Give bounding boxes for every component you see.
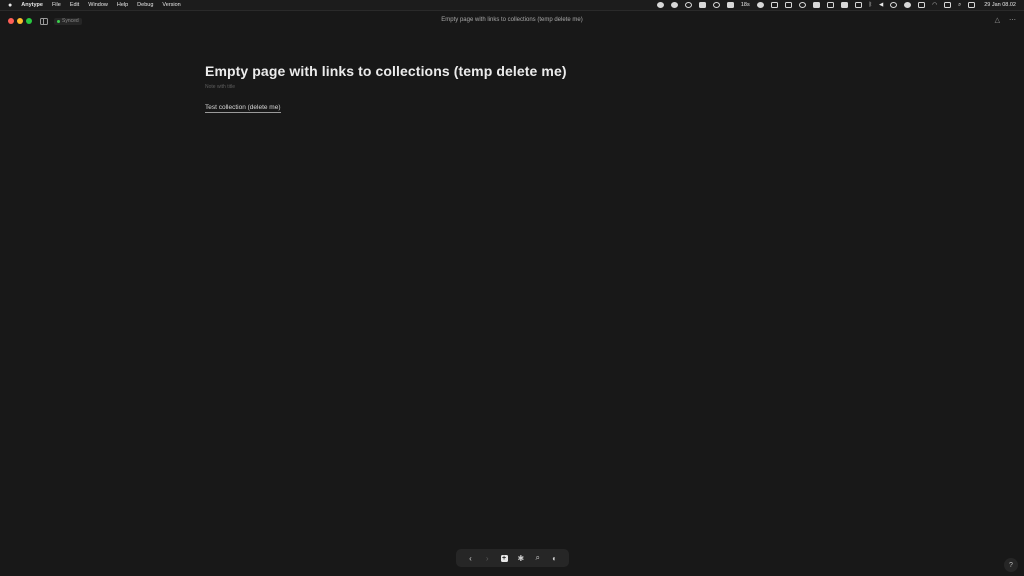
volume-icon[interactable]: ◀ [879, 2, 883, 8]
menu-bar-right: 18s ᛒ ◀ ◠ ⌕ 29 Jan 08.02 [656, 2, 1016, 9]
warning-icon[interactable]: △ [995, 16, 1000, 24]
display-icon[interactable] [812, 2, 820, 8]
window-icon[interactable] [770, 2, 778, 8]
graph-icon[interactable]: ✱ [516, 553, 526, 563]
window-controls [8, 18, 32, 24]
chevron-left-icon[interactable]: ‹ [465, 553, 475, 563]
cloud-icon[interactable] [756, 2, 764, 8]
clock-icon[interactable] [798, 2, 806, 8]
add-object-button[interactable]: + [499, 553, 509, 563]
title-bar: Synced Empty page with links to collecti… [0, 11, 1024, 31]
menu-app-name[interactable]: Anytype [21, 2, 43, 8]
record-icon[interactable] [656, 2, 664, 8]
control-center-icon[interactable] [968, 2, 976, 8]
title-bar-actions: △ ⋯ [995, 16, 1016, 24]
menu-edit[interactable]: Edit [70, 2, 79, 8]
battery-icon[interactable] [918, 2, 926, 8]
page-title[interactable]: Empty page with links to collections (te… [205, 63, 825, 79]
help-button[interactable]: ? [1004, 558, 1018, 572]
status-tray: 18s ᛒ ◀ ◠ ⌕ [656, 2, 976, 9]
maximize-window-button[interactable] [26, 18, 32, 24]
app-icon[interactable] [698, 2, 706, 8]
sidebar-toggle-icon[interactable] [40, 17, 48, 25]
status-icon[interactable] [670, 2, 678, 8]
eye-icon[interactable] [712, 2, 720, 8]
record-dot-icon[interactable] [904, 2, 912, 8]
bluetooth-icon[interactable]: ᛒ [869, 2, 872, 8]
sync-dot-icon [57, 19, 60, 23]
menu-help[interactable]: Help [117, 2, 128, 8]
screen-icon[interactable] [826, 2, 834, 8]
collection-link[interactable]: Test collection (delete me) [205, 104, 281, 113]
apple-icon[interactable]: ● [8, 2, 12, 9]
menu-bar-left: ● Anytype File Edit Window Help Debug Ve… [8, 2, 181, 9]
user-icon[interactable] [944, 2, 952, 8]
page-content: Empty page with links to collections (te… [205, 63, 825, 114]
wifi-icon[interactable]: ◠ [932, 2, 937, 8]
sync-status-label: Synced [62, 18, 79, 24]
menu-file[interactable]: File [52, 2, 61, 8]
menu-bar-clock[interactable]: 29 Jan 08.02 [984, 2, 1016, 8]
chevron-right-icon[interactable]: › [482, 553, 492, 563]
menu-version[interactable]: Version [162, 2, 180, 8]
search-menubar-icon[interactable]: ⌕ [958, 2, 961, 9]
battery-status-icon[interactable] [784, 2, 792, 8]
window-title: Empty page with links to collections (te… [441, 17, 583, 23]
clipboard-icon[interactable] [854, 2, 862, 8]
minimize-window-button[interactable] [17, 18, 23, 24]
keyboard-icon[interactable] [840, 2, 848, 8]
search-icon[interactable]: ⌕ [533, 553, 543, 563]
app-window: Synced Empty page with links to collecti… [0, 10, 1024, 576]
sync-status-badge[interactable]: Synced [54, 17, 82, 25]
bottom-navigation: ‹ › + ✱ ⌕ ◐ [456, 549, 569, 567]
dropbox-icon[interactable] [726, 2, 734, 8]
timer-text[interactable]: 18s [741, 2, 750, 8]
page-subtitle: Note with title [205, 84, 236, 90]
focus-icon[interactable] [890, 2, 898, 8]
menu-bar: ● Anytype File Edit Window Help Debug Ve… [0, 0, 1024, 10]
menu-window[interactable]: Window [88, 2, 108, 8]
plus-icon: + [500, 554, 508, 562]
close-window-button[interactable] [8, 18, 14, 24]
space-icon[interactable]: ◐ [550, 553, 560, 563]
menu-debug[interactable]: Debug [137, 2, 153, 8]
more-options-icon[interactable]: ⋯ [1009, 16, 1016, 24]
sync-icon[interactable] [684, 2, 692, 8]
